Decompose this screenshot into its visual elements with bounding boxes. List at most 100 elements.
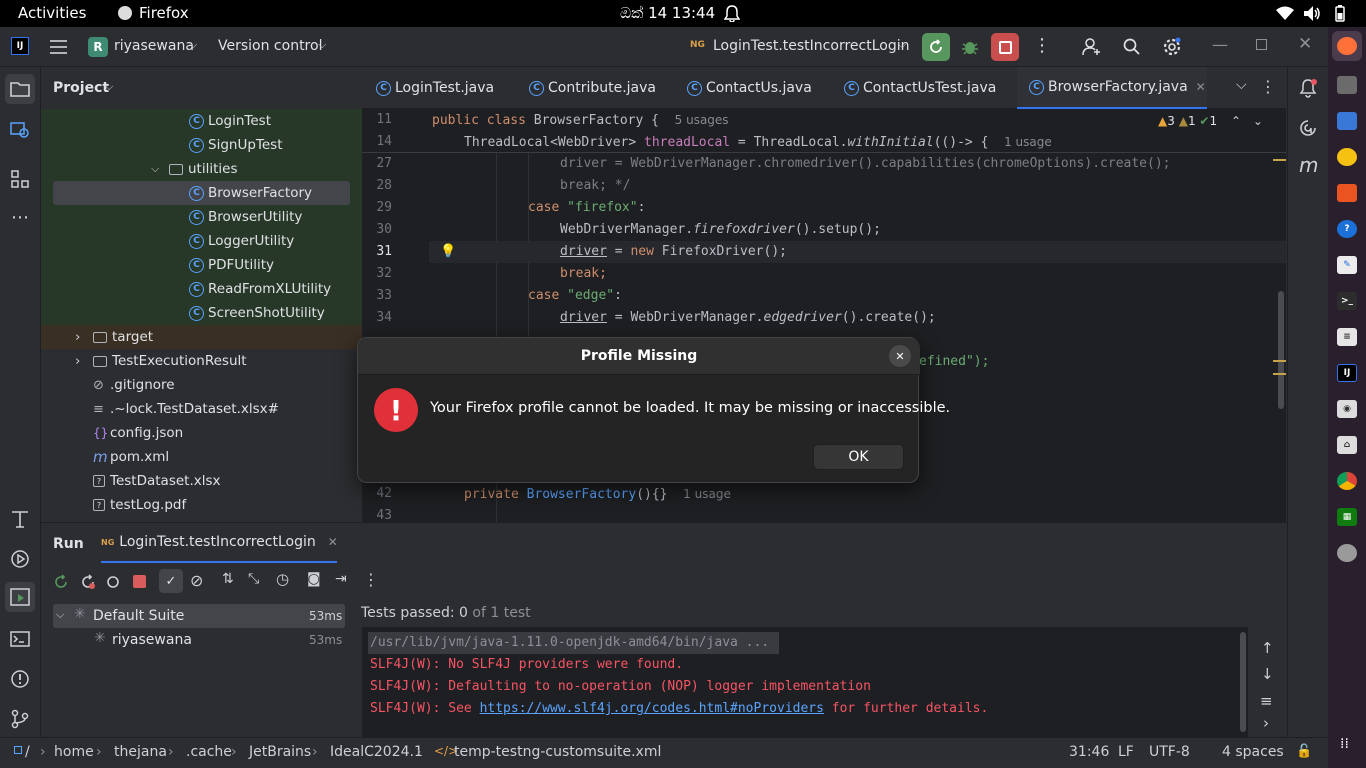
tree-item-package[interactable]: ⌵ utilities [41, 157, 362, 181]
tree-item-folder[interactable]: › target [41, 325, 362, 349]
intellij-dock-icon[interactable]: IJ [1337, 364, 1357, 382]
text-editor-icon[interactable]: ✎ [1337, 256, 1357, 274]
tree-item[interactable]: m pom.xml [41, 445, 362, 469]
folder-icon[interactable] [8, 77, 32, 101]
usages-hint[interactable]: 1 usage [683, 487, 731, 501]
show-passed-toggle[interactable]: ✓ [159, 569, 183, 593]
writer-icon[interactable] [1337, 112, 1357, 130]
tab-contactus[interactable]: C ContactUs.java [687, 67, 812, 109]
tree-item[interactable]: C ReadFromXLUtility [41, 277, 362, 301]
run-tab[interactable]: NG LoginTest.testIncorrectLogin ✕ [101, 523, 338, 563]
console-scrollbar[interactable] [1240, 632, 1246, 732]
editor-scrollbar[interactable] [1278, 291, 1284, 409]
disks-icon[interactable] [1337, 544, 1357, 562]
stop-run-icon[interactable] [133, 575, 146, 588]
chevron-down-icon[interactable]: ⌵ [56, 608, 64, 622]
tree-item[interactable]: C LoginTest [41, 109, 362, 133]
activities-button[interactable]: Activities [18, 4, 86, 22]
close-tab-icon[interactable]: ✕ [1196, 80, 1206, 94]
tree-item-folder[interactable]: › TestExecutionResult [41, 349, 362, 373]
tree-item[interactable]: ≡ .~lock.TestDataset.xlsx# [41, 397, 362, 421]
rerun-icon[interactable] [53, 574, 69, 590]
add-user-icon[interactable] [1082, 37, 1102, 57]
help-icon[interactable]: ? [1337, 220, 1357, 238]
terminal-app-icon[interactable]: >_ [1337, 292, 1357, 310]
app-menu[interactable]: Firefox [139, 4, 189, 22]
git-branch-icon[interactable] [8, 707, 32, 731]
breadcrumb-root[interactable]: / [25, 744, 30, 760]
settings-gear-icon[interactable] [1162, 37, 1182, 57]
usages-hint[interactable]: 1 usage [1004, 135, 1052, 149]
project-panel-title[interactable]: Project [53, 80, 109, 96]
breadcrumb-item[interactable]: thejana [114, 744, 167, 760]
tab-browserfactory-active[interactable]: C BrowserFactory.java ✕ [1017, 67, 1207, 109]
close-window-icon[interactable]: ✕ [1298, 34, 1312, 54]
more-actions-icon[interactable]: ⋮ [1033, 35, 1051, 56]
breadcrumb-item[interactable]: home [54, 744, 94, 760]
tree-item[interactable]: C PDFUtility [41, 253, 362, 277]
project-selector[interactable]: riyasewana [114, 38, 194, 54]
tree-item[interactable]: C SignUpTest [41, 133, 362, 157]
breadcrumb-item[interactable]: .cache [186, 744, 232, 760]
test-name[interactable]: riyasewana [112, 632, 192, 648]
stop-button[interactable] [991, 33, 1019, 61]
export-icon[interactable]: ⇥ [335, 571, 347, 587]
snapshot-camera-icon[interactable]: ◙ [307, 571, 321, 587]
main-menu-icon[interactable] [50, 40, 67, 54]
rerun-button[interactable] [922, 33, 950, 61]
services-icon[interactable] [8, 547, 32, 571]
terminal-icon[interactable] [8, 627, 32, 651]
console-output[interactable]: /usr/lib/jvm/java-1.11.0-openjdk-amd64/b… [362, 627, 1248, 737]
scroll-up-icon[interactable]: ↑ [1261, 639, 1274, 657]
tab-contactustest[interactable]: C ContactUsTest.java [844, 67, 996, 109]
ok-button[interactable]: OK [813, 444, 904, 470]
battery-icon[interactable] [1335, 5, 1345, 22]
build-hammer-icon[interactable] [8, 507, 32, 531]
breadcrumb-item[interactable]: IdealC2024.1 [330, 744, 423, 760]
indent-setting[interactable]: 4 spaces [1222, 744, 1284, 760]
close-run-tab-icon[interactable]: ✕ [328, 535, 338, 549]
chevron-right-icon[interactable]: › [75, 353, 93, 369]
run-panel-title[interactable]: Run [53, 536, 84, 552]
run-tool-icon[interactable] [8, 585, 32, 609]
chevron-down-icon[interactable]: ⌵ [151, 162, 169, 176]
tree-item[interactable]: ? TestDataset.xlsx [41, 469, 362, 493]
chevron-down-icon[interactable]: ⌵ [105, 80, 113, 94]
tab-list-chevron-icon[interactable]: ⌵ [1236, 77, 1247, 93]
more-chevron-icon[interactable]: › [1263, 714, 1269, 732]
collapse-icon[interactable]: ⤡ [248, 571, 259, 587]
prev-highlight-icon[interactable]: ⌃ [1231, 114, 1241, 128]
toggle-auto-test-icon[interactable] [105, 574, 121, 590]
tree-item[interactable]: {} config.json [41, 421, 362, 445]
tab-more-icon[interactable]: ⋮ [1260, 77, 1276, 96]
maximize-icon[interactable] [1256, 39, 1267, 50]
tree-item[interactable]: C BrowserUtility [41, 205, 362, 229]
debug-icon[interactable] [961, 38, 979, 56]
files-icon[interactable] [1337, 76, 1357, 94]
wifi-icon[interactable] [1276, 6, 1294, 21]
console-link[interactable]: https://www.slf4j.org/codes.html#noProvi… [480, 701, 824, 716]
software-store-icon[interactable] [1337, 184, 1357, 202]
warning-marker[interactable] [1273, 159, 1286, 161]
line-separator[interactable]: LF [1118, 744, 1134, 760]
tree-item[interactable]: C ScreenShotUtility [41, 301, 362, 325]
usages-hint[interactable]: 5 usages [675, 113, 729, 127]
chrome-icon[interactable] [1337, 472, 1357, 490]
file-encoding[interactable]: UTF-8 [1149, 744, 1190, 760]
caret-position[interactable]: 31:46 [1069, 744, 1109, 760]
show-ignored-icon[interactable]: ⊘ [190, 571, 203, 590]
console-command[interactable]: /usr/lib/jvm/java-1.11.0-openjdk-amd64/b… [370, 635, 769, 650]
rhythmbox-icon[interactable] [1337, 148, 1357, 166]
firefox-icon[interactable] [1337, 37, 1357, 55]
lock-icon[interactable]: 🔓 [1296, 744, 1312, 759]
trash-icon[interactable]: ⌂ [1337, 436, 1357, 454]
notifications-bell-icon[interactable] [1298, 78, 1318, 98]
vcs-selector[interactable]: Version control [218, 38, 322, 54]
inspection-widget[interactable]: ▲3 ▲1 ✔1 ⌃ ⌄ [1158, 114, 1263, 128]
sort-icon[interactable]: ⇅ [222, 571, 234, 587]
minimize-icon[interactable]: — [1212, 35, 1228, 54]
clock[interactable]: ඔක් 14 13:44 [620, 4, 715, 22]
tree-item-selected[interactable]: C BrowserFactory [41, 181, 362, 205]
soft-wrap-icon[interactable]: ≡ [1260, 692, 1273, 710]
dialog-close-button[interactable]: ✕ [889, 345, 911, 367]
